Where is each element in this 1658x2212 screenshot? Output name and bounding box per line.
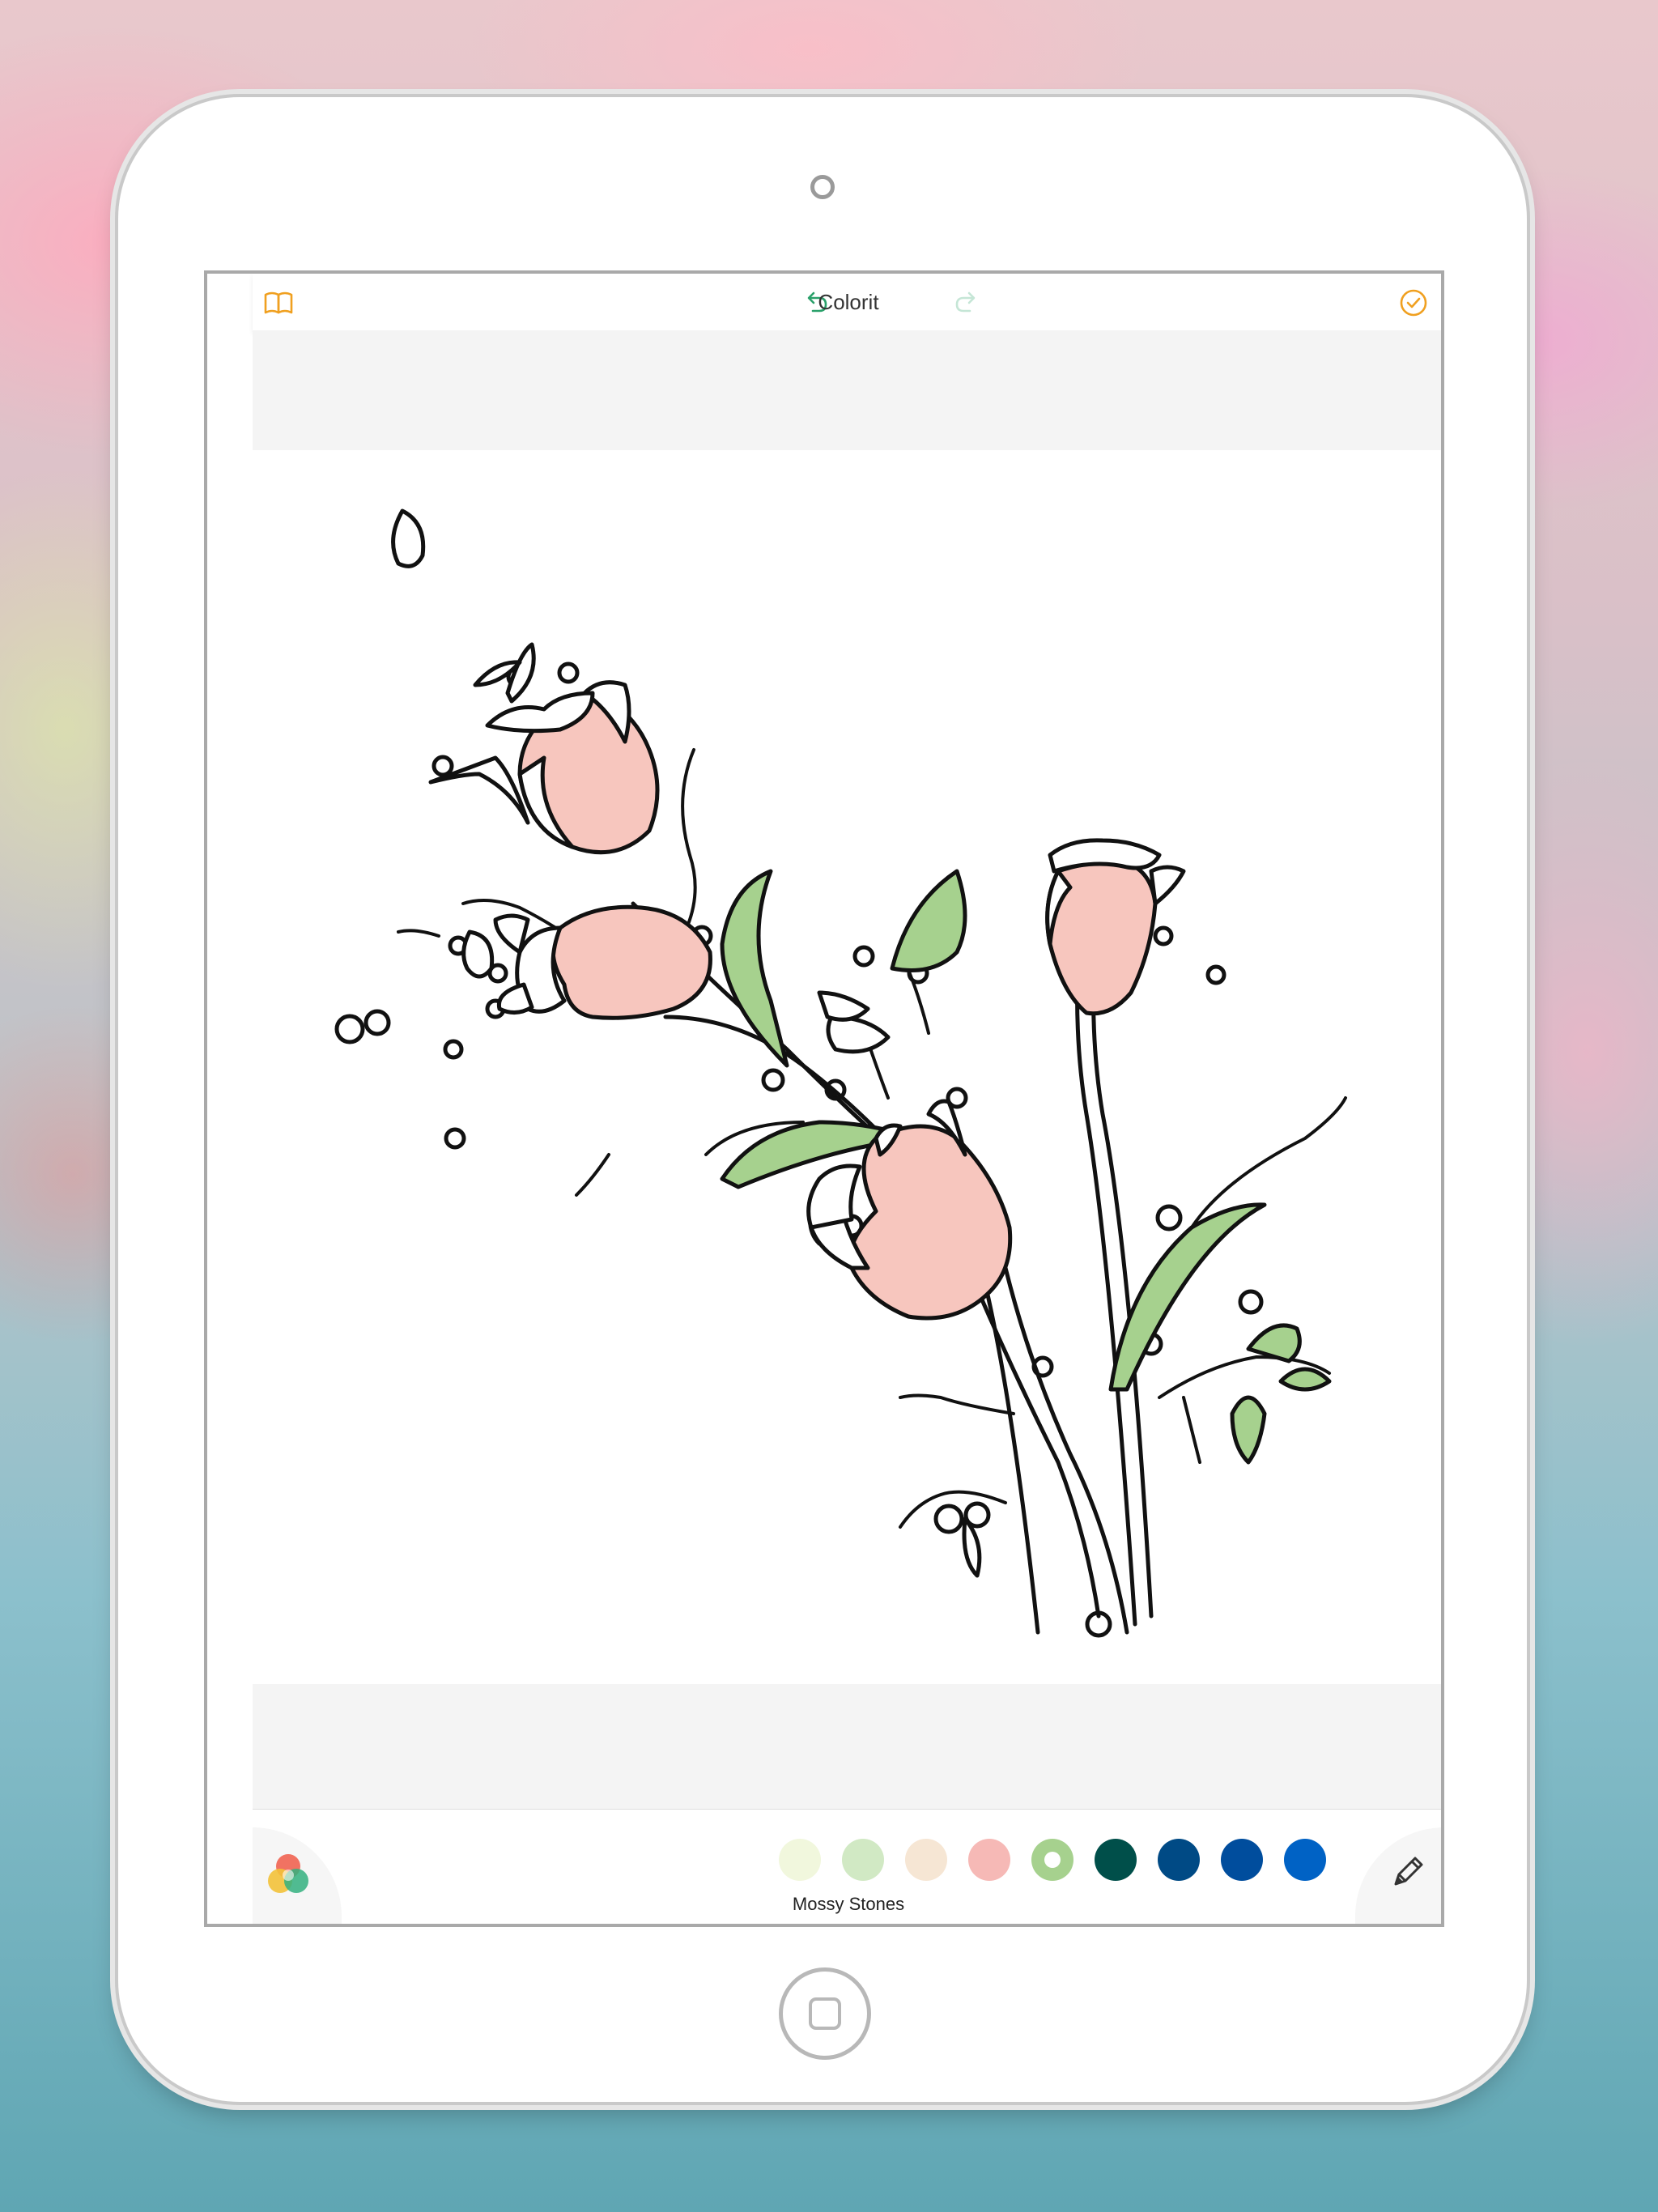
color-swatch-row [253,1839,1441,1887]
front-camera [810,175,835,199]
color-swatch[interactable] [1031,1839,1073,1881]
top-gray-band [253,330,1441,450]
color-swatch[interactable] [968,1839,1010,1881]
home-button-square [809,1997,841,2030]
color-swatch[interactable] [1221,1839,1263,1881]
color-swatch[interactable] [779,1839,821,1881]
coloring-canvas[interactable] [253,450,1444,1684]
undo-icon[interactable] [800,287,832,319]
redo-icon[interactable] [950,287,983,319]
app-title: Colorit [818,290,879,314]
bottom-gray-band [253,1684,1441,1809]
checkmark-circle-icon[interactable] [1397,287,1430,319]
color-swatch[interactable] [905,1839,947,1881]
color-swatch[interactable] [1158,1839,1200,1881]
bottom-bar: Mossy Stones [253,1809,1441,1924]
color-swatch[interactable] [1284,1839,1326,1881]
app-screen: Colorit Mossy Stones [204,270,1444,1927]
pencil-icon [1394,1857,1423,1886]
top-toolbar: Colorit [253,274,1441,331]
home-button[interactable] [779,1967,871,2060]
color-swatch[interactable] [1095,1839,1137,1881]
tulip-artwork[interactable] [253,450,1444,1684]
color-swatch[interactable] [842,1839,884,1881]
book-icon[interactable] [262,287,295,319]
palette-name: Mossy Stones [792,1894,905,1914]
